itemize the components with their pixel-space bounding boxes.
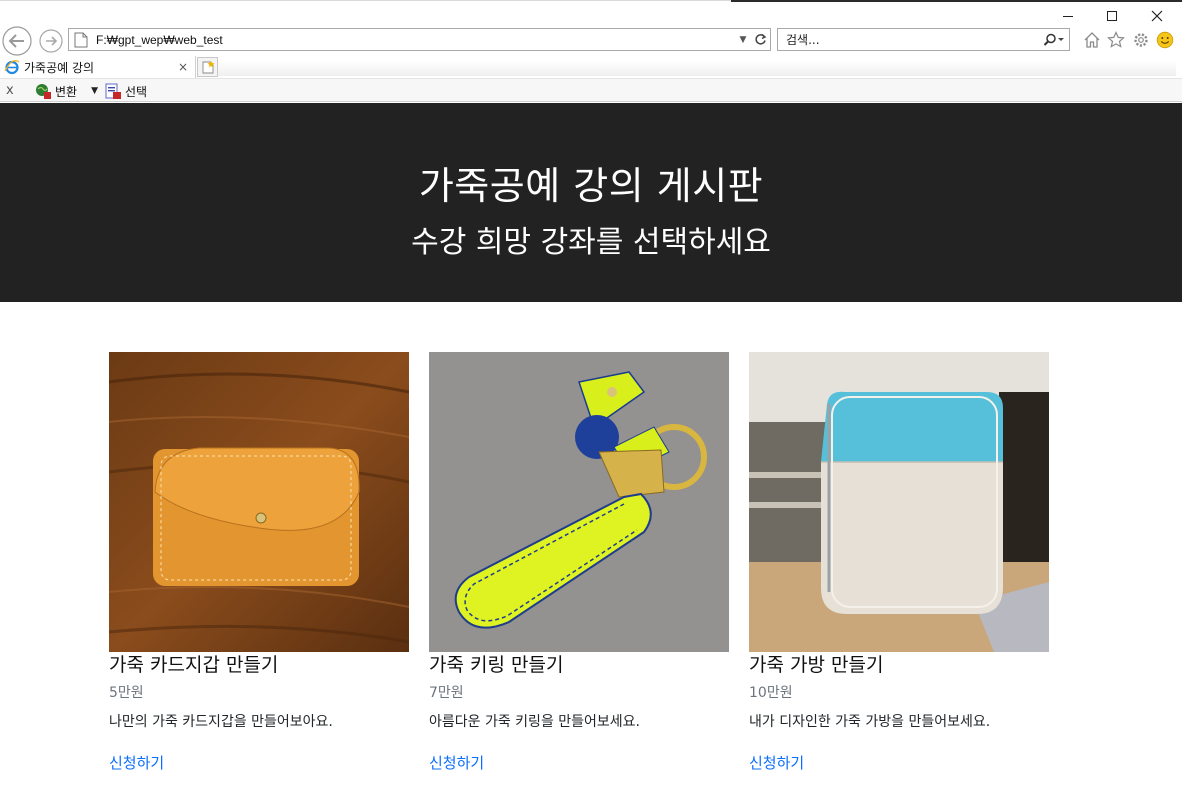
course-price: 7만원: [429, 685, 464, 701]
home-icon: [1084, 32, 1100, 48]
apply-link[interactable]: 신청하기: [109, 753, 164, 773]
title-bar-edge: [0, 0, 731, 1]
hero-banner: 가죽공예 강의 게시판 수강 희망 강좌를 선택하세요: [0, 103, 1182, 302]
maximize-button[interactable]: [1090, 4, 1134, 28]
close-window-button[interactable]: [1135, 4, 1179, 28]
address-bar[interactable]: F:₩gpt_wep₩web_test ▼: [68, 28, 771, 51]
search-bar[interactable]: 검색...: [777, 28, 1070, 51]
course-description: 내가 디자인한 가죽 가방을 만들어보세요.: [749, 714, 991, 730]
course-card: 가죽 키링 만들기 7만원 아름다운 가죽 키링을 만들어보세요. 신청하기: [429, 352, 729, 773]
command-bar-close-button[interactable]: x: [6, 83, 14, 98]
browser-chrome: F:₩gpt_wep₩web_test ▼ 검색... 가죽공예 강의 × x …: [0, 0, 1182, 103]
apply-link[interactable]: 신청하기: [429, 753, 484, 773]
select-label: 선택: [125, 84, 148, 99]
gear-icon: [1134, 33, 1148, 47]
settings-button[interactable]: [1131, 30, 1151, 50]
course-card: 가죽 카드지갑 만들기 5만원 나만의 가죽 카드지갑을 만들어보아요. 신청하…: [109, 352, 409, 773]
course-price: 5만원: [109, 685, 144, 701]
course-description: 나만의 가죽 카드지갑을 만들어보아요.: [109, 714, 333, 730]
course-card: 가죽 가방 만들기 10만원 내가 디자인한 가죽 가방을 만들어보세요. 신청…: [749, 352, 1049, 773]
smiley-icon: [1156, 31, 1174, 49]
page-icon: [74, 32, 88, 47]
tab-strip: [218, 60, 1176, 76]
new-tab-button[interactable]: [197, 57, 218, 77]
refresh-icon: [754, 33, 766, 45]
minimize-button[interactable]: [1046, 4, 1090, 28]
convert-button[interactable]: 변환 ▼: [35, 81, 98, 101]
home-button[interactable]: [1082, 30, 1102, 50]
bag-photo: [749, 352, 1049, 652]
minimize-icon: [1063, 15, 1073, 17]
course-title: 가죽 카드지갑 만들기: [109, 654, 279, 676]
page-title: 가죽공예 강의 게시판: [418, 164, 764, 208]
search-input[interactable]: 검색...: [778, 31, 1039, 48]
forward-button[interactable]: [38, 28, 66, 54]
select-button[interactable]: 선택: [105, 81, 147, 101]
refresh-button[interactable]: [750, 31, 770, 49]
back-button[interactable]: [0, 26, 36, 56]
star-icon: [1107, 31, 1125, 48]
maximize-icon: [1107, 11, 1117, 21]
page-subtitle: 수강 희망 강좌를 선택하세요: [411, 225, 771, 260]
search-icon: [1043, 33, 1064, 46]
close-icon: [1151, 10, 1163, 22]
course-price: 10만원: [749, 685, 793, 701]
new-tab-icon: [202, 60, 214, 74]
convert-label: 변환: [55, 84, 78, 99]
keyring-photo: [429, 352, 729, 652]
command-bar: x 변환 ▼ 선택: [0, 78, 1182, 102]
address-text[interactable]: F:₩gpt_wep₩web_test: [96, 33, 736, 47]
tab-active[interactable]: 가죽공예 강의 ×: [0, 56, 196, 78]
course-title: 가죽 가방 만들기: [749, 654, 884, 676]
course-description: 아름다운 가죽 키링을 만들어보세요.: [429, 714, 640, 730]
course-list: 가죽 카드지갑 만들기 5만원 나만의 가죽 카드지갑을 만들어보아요. 신청하…: [109, 352, 1049, 782]
address-dropdown-icon[interactable]: ▼: [736, 35, 750, 45]
convert-icon: [36, 83, 51, 99]
favorites-button[interactable]: [1106, 30, 1126, 50]
title-bar-edge-dark: [731, 0, 1182, 2]
course-title: 가죽 키링 만들기: [429, 654, 564, 676]
select-icon: [105, 83, 121, 99]
search-button[interactable]: [1039, 33, 1069, 47]
tab-title: 가죽공예 강의: [24, 60, 95, 75]
apply-link[interactable]: 신청하기: [749, 753, 804, 773]
convert-dropdown-icon[interactable]: ▼: [91, 86, 98, 96]
card-wallet-photo: [109, 352, 409, 652]
feedback-button[interactable]: [1155, 30, 1175, 50]
ie-icon: [4, 60, 20, 75]
tab-close-button[interactable]: ×: [175, 60, 191, 74]
